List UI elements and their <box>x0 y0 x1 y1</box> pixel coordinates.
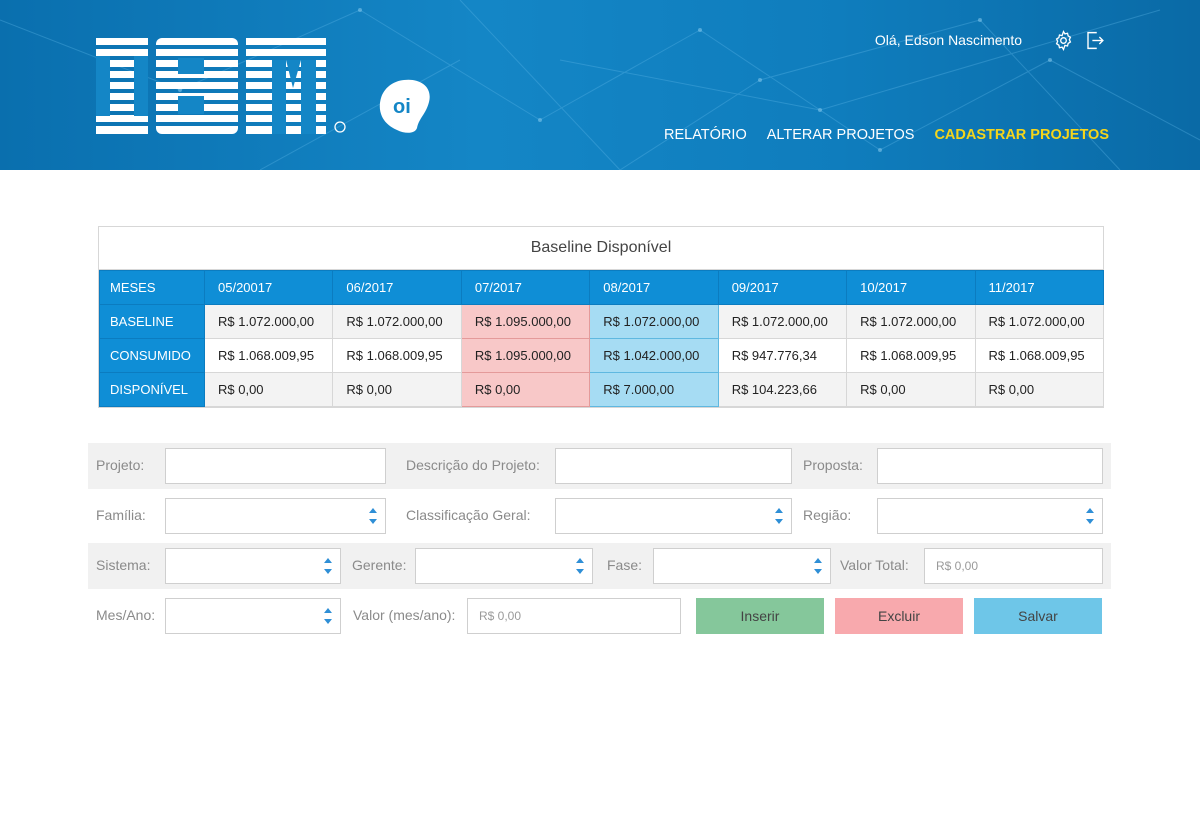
app-header: oi Olá, Edson Nascimento RELATÓRIO ALTER… <box>0 0 1200 170</box>
project-form: Projeto: Descrição do Projeto: Proposta:… <box>88 443 1111 643</box>
table-cell: R$ 947.776,34 <box>717 338 848 373</box>
sistema-select[interactable] <box>165 548 341 584</box>
table-cell: R$ 1.042.000,00 <box>589 338 719 373</box>
oi-logo: oi <box>379 79 430 133</box>
valor-total-label: Valor Total: <box>840 557 909 573</box>
proposta-input[interactable] <box>877 448 1103 484</box>
spinner-arrows-icon[interactable] <box>775 506 783 526</box>
salvar-button[interactable]: Salvar <box>974 598 1102 634</box>
table-cell: R$ 1.068.009,95 <box>203 338 334 373</box>
gear-icon[interactable] <box>1052 29 1074 51</box>
month-header: 10/2017 <box>846 270 976 305</box>
mes-ano-label: Mes/Ano: <box>96 607 156 623</box>
table-cell: R$ 1.068.009,95 <box>332 338 462 373</box>
mes-ano-select[interactable] <box>165 598 341 634</box>
form-row: Projeto: Descrição do Projeto: Proposta: <box>88 443 1111 489</box>
classificacao-select[interactable] <box>555 498 792 534</box>
spinner-arrows-icon[interactable] <box>1086 506 1094 526</box>
table-cell: R$ 0,00 <box>203 372 334 407</box>
table-cell: R$ 1.072.000,00 <box>717 304 848 339</box>
month-header: 08/2017 <box>589 270 719 305</box>
user-area: Olá, Edson Nascimento <box>875 29 1106 51</box>
table-cell: R$ 1.068.009,95 <box>974 338 1105 373</box>
row-label: DISPONÍVEL <box>99 372 205 407</box>
table-cell: R$ 1.095.000,00 <box>460 304 591 339</box>
nav-alterar-projetos[interactable]: ALTERAR PROJETOS <box>767 127 915 143</box>
baseline-title: Baseline Disponível <box>99 227 1103 270</box>
table-cell: R$ 1.095.000,00 <box>460 338 591 373</box>
spinner-arrows-icon[interactable] <box>576 556 584 576</box>
table-cell: R$ 1.072.000,00 <box>203 304 334 339</box>
table-header-row: MESES 05/20017 06/2017 07/2017 08/2017 0… <box>99 270 1105 305</box>
spinner-arrows-icon[interactable] <box>814 556 822 576</box>
row-label: CONSUMIDO <box>99 338 205 373</box>
form-row: Mes/Ano: Valor (mes/ano): R$ 0,00 Inseri… <box>88 593 1111 639</box>
table-cell: R$ 1.072.000,00 <box>846 304 976 339</box>
valor-mes-label: Valor (mes/ano): <box>353 607 456 623</box>
descricao-input[interactable] <box>555 448 792 484</box>
table-row: BASELINE R$ 1.072.000,00 R$ 1.072.000,00… <box>99 304 1105 339</box>
table-cell: R$ 1.068.009,95 <box>846 338 976 373</box>
familia-label: Família: <box>96 507 146 523</box>
projeto-label: Projeto: <box>96 457 145 473</box>
logout-icon[interactable] <box>1084 29 1106 51</box>
valor-mes-input[interactable]: R$ 0,00 <box>467 598 681 634</box>
header-cell-meses: MESES <box>99 270 205 305</box>
excluir-button[interactable]: Excluir <box>835 598 963 634</box>
month-header: 06/2017 <box>332 270 462 305</box>
row-label: BASELINE <box>99 304 205 339</box>
inserir-button[interactable]: Inserir <box>696 598 824 634</box>
baseline-table: MESES 05/20017 06/2017 07/2017 08/2017 0… <box>99 270 1105 407</box>
fase-select[interactable] <box>653 548 831 584</box>
classificacao-label: Classificação Geral: <box>406 507 531 523</box>
gerente-select[interactable] <box>415 548 593 584</box>
table-cell: R$ 0,00 <box>974 372 1105 407</box>
form-row: Sistema: Gerente: Fase: Valor Total: R$ … <box>88 543 1111 589</box>
spinner-arrows-icon[interactable] <box>369 506 377 526</box>
month-header: 09/2017 <box>717 270 848 305</box>
baseline-panel: Baseline Disponível MESES 05/20017 06/20… <box>98 226 1105 408</box>
table-cell: R$ 1.072.000,00 <box>332 304 462 339</box>
form-row: Família: Classificação Geral: Região: <box>88 493 1111 539</box>
month-header: 07/2017 <box>460 270 591 305</box>
table-cell: R$ 0,00 <box>332 372 462 407</box>
sistema-label: Sistema: <box>96 557 151 573</box>
nav-relatorio[interactable]: RELATÓRIO <box>664 127 747 143</box>
table-row: DISPONÍVEL R$ 0,00 R$ 0,00 R$ 0,00 R$ 7.… <box>99 372 1105 407</box>
proposta-label: Proposta: <box>803 457 863 473</box>
table-cell: R$ 1.072.000,00 <box>589 304 719 339</box>
ibm-logo <box>96 38 346 134</box>
gerente-label: Gerente: <box>352 557 407 573</box>
fase-label: Fase: <box>607 557 643 573</box>
user-greeting: Olá, Edson Nascimento <box>874 32 1022 48</box>
table-row: CONSUMIDO R$ 1.068.009,95 R$ 1.068.009,9… <box>99 338 1105 373</box>
regiao-label: Região: <box>803 507 852 523</box>
regiao-select[interactable] <box>877 498 1103 534</box>
table-cell: R$ 0,00 <box>460 372 591 407</box>
familia-select[interactable] <box>165 498 386 534</box>
projeto-input[interactable] <box>165 448 386 484</box>
svg-text:oi: oi <box>393 96 411 118</box>
month-header: 05/20017 <box>203 270 334 305</box>
table-cell: R$ 104.223,66 <box>717 372 848 407</box>
table-cell: R$ 0,00 <box>846 372 976 407</box>
month-header: 11/2017 <box>974 270 1105 305</box>
main-nav: RELATÓRIO ALTERAR PROJETOS CADASTRAR PRO… <box>644 127 1109 143</box>
table-cell: R$ 7.000,00 <box>589 372 719 407</box>
table-cell: R$ 1.072.000,00 <box>974 304 1105 339</box>
spinner-arrows-icon[interactable] <box>324 606 332 626</box>
nav-cadastrar-projetos[interactable]: CADASTRAR PROJETOS <box>934 127 1109 143</box>
spinner-arrows-icon[interactable] <box>324 556 332 576</box>
valor-total-input[interactable]: R$ 0,00 <box>924 548 1103 584</box>
descricao-label: Descrição do Projeto: <box>406 457 540 473</box>
